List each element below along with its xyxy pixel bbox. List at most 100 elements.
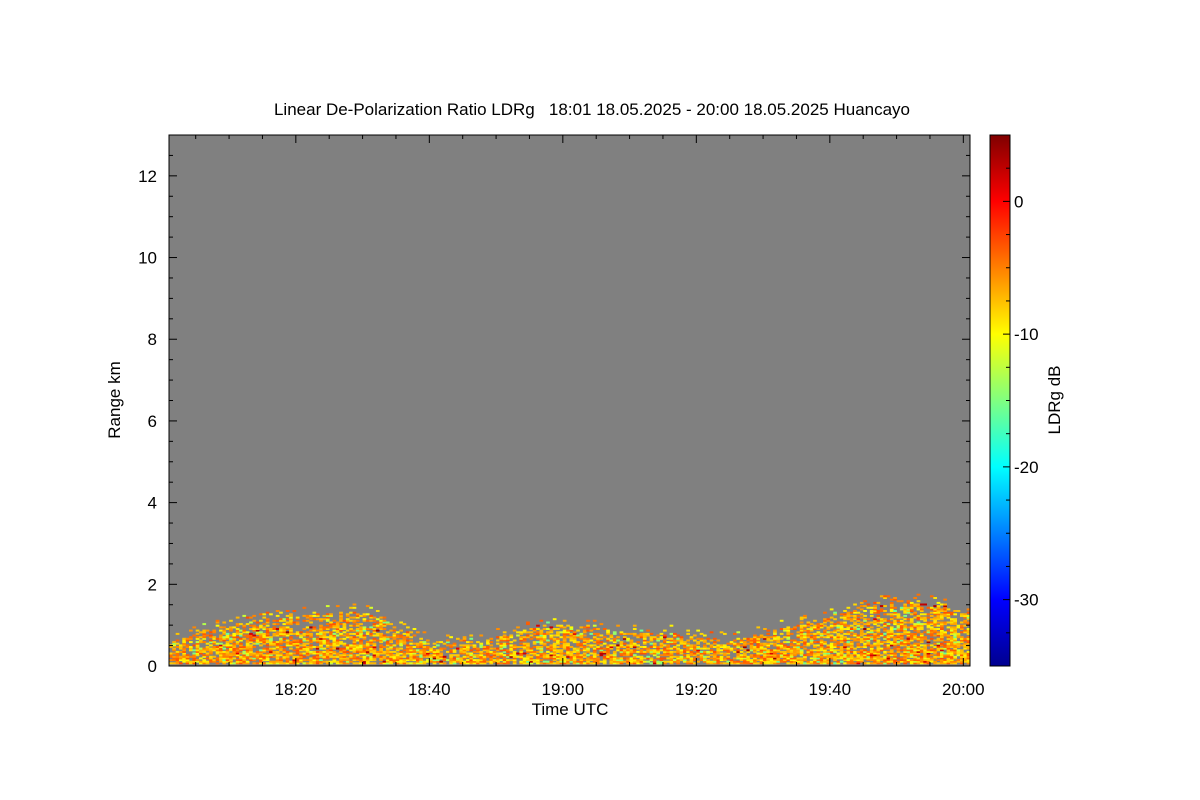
heat-cell (499, 662, 504, 665)
heat-cell (806, 621, 811, 624)
heat-cell (345, 632, 350, 635)
heat-cell (372, 634, 377, 637)
heat-cell (886, 644, 891, 647)
heat-cell (562, 626, 567, 629)
heat-cell (209, 631, 213, 634)
heat-cell (185, 644, 190, 647)
heat-cell (889, 649, 894, 652)
heat-cell (562, 655, 567, 658)
heat-cell (909, 632, 914, 635)
heat-cell (809, 623, 814, 626)
heat-cell (886, 619, 891, 622)
heat-cell (466, 659, 470, 662)
heat-cell (789, 642, 794, 645)
heat-cell (586, 657, 590, 660)
heat-cell (322, 660, 327, 663)
heat-cell (929, 647, 934, 650)
heat-cell (389, 644, 393, 647)
heat-cell (375, 618, 380, 621)
heat-cell (279, 611, 283, 614)
heat-cell (843, 642, 847, 645)
heat-cell (823, 629, 827, 632)
heat-cell (873, 649, 877, 652)
heat-cell (302, 619, 307, 622)
heat-cell (806, 628, 811, 630)
heat-cell (833, 618, 837, 621)
heat-cell (335, 647, 340, 650)
heat-cell (646, 660, 650, 663)
heat-cell (960, 636, 964, 639)
heat-cell (789, 628, 794, 630)
heat-cell (269, 647, 273, 650)
heat-cell (843, 632, 847, 635)
heat-cell (392, 626, 397, 629)
heat-cell (385, 657, 390, 660)
heat-cell (816, 623, 821, 626)
heat-cell (859, 646, 864, 648)
heat-cell (783, 650, 787, 653)
heat-cell (379, 619, 383, 622)
heat-cell (245, 631, 250, 634)
heat-cell (960, 631, 964, 634)
y-tick-label: 6 (148, 412, 157, 431)
heat-cell (592, 624, 597, 627)
heat-cell (896, 632, 901, 635)
heat-cell (222, 629, 227, 632)
heat-cell (602, 647, 607, 650)
heat-cell (556, 649, 560, 652)
heat-cell (205, 652, 210, 655)
heat-cell (245, 634, 250, 637)
heat-cell (869, 662, 874, 665)
heat-cell (539, 619, 544, 622)
heat-cell (866, 606, 871, 609)
heat-cell (823, 611, 827, 614)
heat-cell (459, 657, 464, 660)
heat-cell (192, 634, 197, 637)
heat-cell (863, 632, 867, 635)
heat-cell (733, 660, 737, 663)
heat-cell (826, 626, 831, 629)
heat-cell (733, 647, 737, 650)
heat-cell (943, 659, 947, 662)
heat-cell (632, 649, 637, 652)
heat-cell (542, 628, 547, 630)
heat-cell (673, 650, 677, 653)
heat-cell (916, 600, 921, 603)
heat-cell (836, 649, 841, 652)
heat-cell (532, 659, 537, 662)
heat-cell (863, 642, 867, 645)
heat-cell (940, 621, 944, 624)
heat-cell (329, 647, 333, 650)
heat-cell (496, 647, 500, 650)
heat-cell (382, 660, 387, 663)
heat-cell (309, 657, 313, 660)
heat-cell (466, 644, 470, 647)
heat-cell (943, 621, 947, 624)
heat-cell (262, 647, 267, 650)
heat-cell (853, 626, 857, 629)
heat-cell (325, 623, 330, 626)
heat-cell (352, 654, 357, 657)
heat-cell (556, 624, 560, 627)
heat-cell (913, 616, 917, 619)
heat-cell (569, 626, 574, 629)
heat-cell (549, 626, 554, 629)
heat-cell (315, 613, 320, 616)
heat-cell (956, 649, 961, 652)
heat-cell (202, 659, 207, 662)
heat-cell (379, 655, 383, 658)
heat-cell (853, 647, 857, 650)
heat-cell (743, 649, 747, 652)
heat-cell (522, 636, 527, 639)
heat-cell (599, 637, 604, 640)
heat-cell (506, 659, 510, 662)
heat-cell (756, 659, 761, 662)
heat-cell (432, 649, 437, 652)
heat-cell (826, 618, 831, 621)
heat-cell (829, 654, 834, 657)
heat-cell (225, 628, 230, 630)
heat-cell (839, 621, 844, 624)
heat-cell (622, 642, 627, 645)
heat-cell (853, 610, 857, 612)
heat-cell (459, 647, 464, 650)
